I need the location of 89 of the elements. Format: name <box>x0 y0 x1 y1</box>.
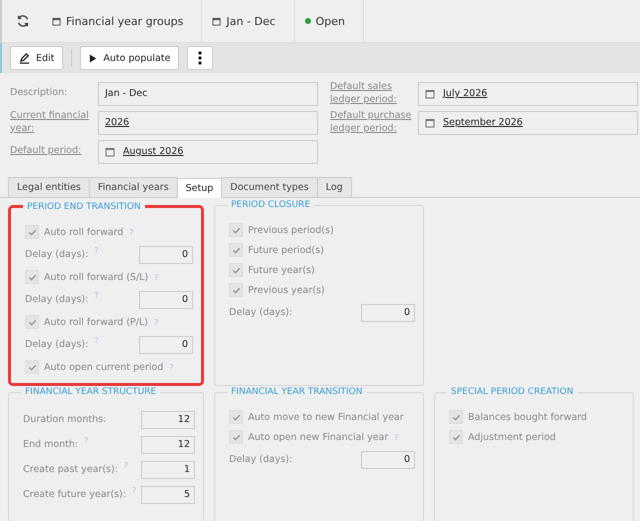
checkbox[interactable] <box>25 315 39 329</box>
field-label: Description: <box>10 87 68 100</box>
more-icon <box>198 51 202 65</box>
edit-button[interactable]: Edit <box>10 46 64 70</box>
input-field[interactable]: Jan - Dec <box>98 82 318 106</box>
checkbox-label: Auto roll forward <box>44 226 124 238</box>
tab[interactable]: Document types <box>221 177 318 197</box>
checkmark-icon <box>28 228 36 236</box>
checkbox[interactable] <box>229 410 243 424</box>
number-field[interactable]: 0 <box>139 290 193 308</box>
checkbox-label: Auto roll forward (S/L) <box>44 272 148 282</box>
checkbox-label: Future period(s) <box>248 244 324 256</box>
field-label: Duration months: <box>23 414 106 425</box>
checkbox[interactable] <box>449 430 463 444</box>
checkbox[interactable] <box>229 243 243 257</box>
number-field[interactable]: 0 <box>361 304 415 322</box>
group-title: PERIOD CLOSURE <box>227 200 314 210</box>
checkmark-icon <box>452 412 460 422</box>
checkbox[interactable] <box>229 430 243 444</box>
group-title: FINANCIAL YEAR STRUCTURE <box>21 387 160 397</box>
checkbox-label: Balances bought forward <box>468 412 587 422</box>
checkbox-label: Auto open new Financial year <box>248 432 388 442</box>
group-title: PERIOD END TRANSITION <box>23 202 145 212</box>
auto-populate-button[interactable]: Auto populate <box>80 46 180 70</box>
tab[interactable]: Financial years <box>88 177 178 197</box>
group-title: SPECIAL PERIOD CREATION <box>447 387 578 397</box>
field-label: Default period: <box>10 145 82 158</box>
number-field[interactable]: 0 <box>139 246 193 264</box>
number-field[interactable]: 0 <box>139 336 193 354</box>
calendar-icon <box>52 16 61 26</box>
number-field[interactable]: 12 <box>141 436 195 454</box>
number-field[interactable]: 12 <box>141 410 195 428</box>
checkmark-icon <box>232 412 240 422</box>
checkbox[interactable] <box>25 270 39 284</box>
number-field[interactable]: 5 <box>141 486 195 504</box>
field-label: Default purchase ledger period: <box>330 110 412 136</box>
checkmark-icon <box>232 226 240 234</box>
calendar-icon <box>425 88 435 98</box>
checkbox[interactable] <box>25 360 39 374</box>
field-label: Default sales ledger period: <box>330 80 398 106</box>
tab[interactable]: Setup <box>176 178 222 198</box>
checkbox[interactable] <box>229 283 243 297</box>
field-label: Delay (days): <box>25 339 88 350</box>
checkbox-label: Previous period(s) <box>248 224 334 236</box>
checkbox[interactable] <box>229 263 243 277</box>
calendar-icon <box>212 16 222 26</box>
play-icon <box>89 54 98 62</box>
checkmark-icon <box>28 318 36 326</box>
field-label: Delay (days): <box>25 294 88 305</box>
field-label: Create past year(s): <box>23 464 118 475</box>
checkmark-icon <box>28 272 36 282</box>
calendar-icon <box>425 118 435 128</box>
breadcrumb[interactable]: Jan - Dec <box>202 0 295 42</box>
checkbox[interactable] <box>25 225 39 239</box>
checkbox-label: Auto move to new Financial year <box>248 412 404 422</box>
field-label: Create future year(s): <box>23 489 126 500</box>
checkbox-label: Auto roll forward (P/L) <box>44 316 148 328</box>
number-field[interactable]: 0 <box>361 450 415 468</box>
number-field[interactable]: 1 <box>141 460 195 478</box>
checkbox-label: Future year(s) <box>248 264 315 276</box>
calendar-icon <box>105 146 115 156</box>
input-field[interactable]: August 2026 <box>98 140 318 164</box>
checkmark-icon <box>28 362 36 372</box>
checkmark-icon <box>232 432 240 442</box>
checkbox-label: Previous year(s) <box>248 284 325 296</box>
input-field[interactable]: September 2026 <box>418 110 638 134</box>
checkmark-icon <box>452 432 460 442</box>
pencil-icon <box>19 52 30 64</box>
group-title: FINANCIAL YEAR TRANSITION <box>227 387 366 397</box>
more-button[interactable] <box>187 46 214 70</box>
field-label: End month: <box>23 439 78 450</box>
checkbox[interactable] <box>229 223 243 237</box>
checkmark-icon <box>232 246 240 254</box>
field-label: Delay (days): <box>229 454 292 465</box>
checkbox[interactable] <box>449 410 463 424</box>
checkbox-label: Auto open current period <box>44 362 164 372</box>
field-label: Delay (days): <box>25 249 88 260</box>
checkbox-label: Adjustment period <box>468 432 556 442</box>
breadcrumb[interactable]: Open <box>294 0 364 42</box>
input-field[interactable]: 2026 <box>98 110 318 134</box>
tab[interactable]: Log <box>316 177 352 197</box>
checkmark-icon <box>232 286 240 294</box>
input-field[interactable]: July 2026 <box>418 82 638 106</box>
refresh-icon[interactable] <box>16 14 30 28</box>
breadcrumb[interactable]: Financial year groups <box>42 0 202 42</box>
tab[interactable]: Legal entities <box>8 177 90 197</box>
field-label: Delay (days): <box>229 307 292 318</box>
checkmark-icon <box>232 266 240 274</box>
field-label: Current financial year: <box>10 110 90 136</box>
